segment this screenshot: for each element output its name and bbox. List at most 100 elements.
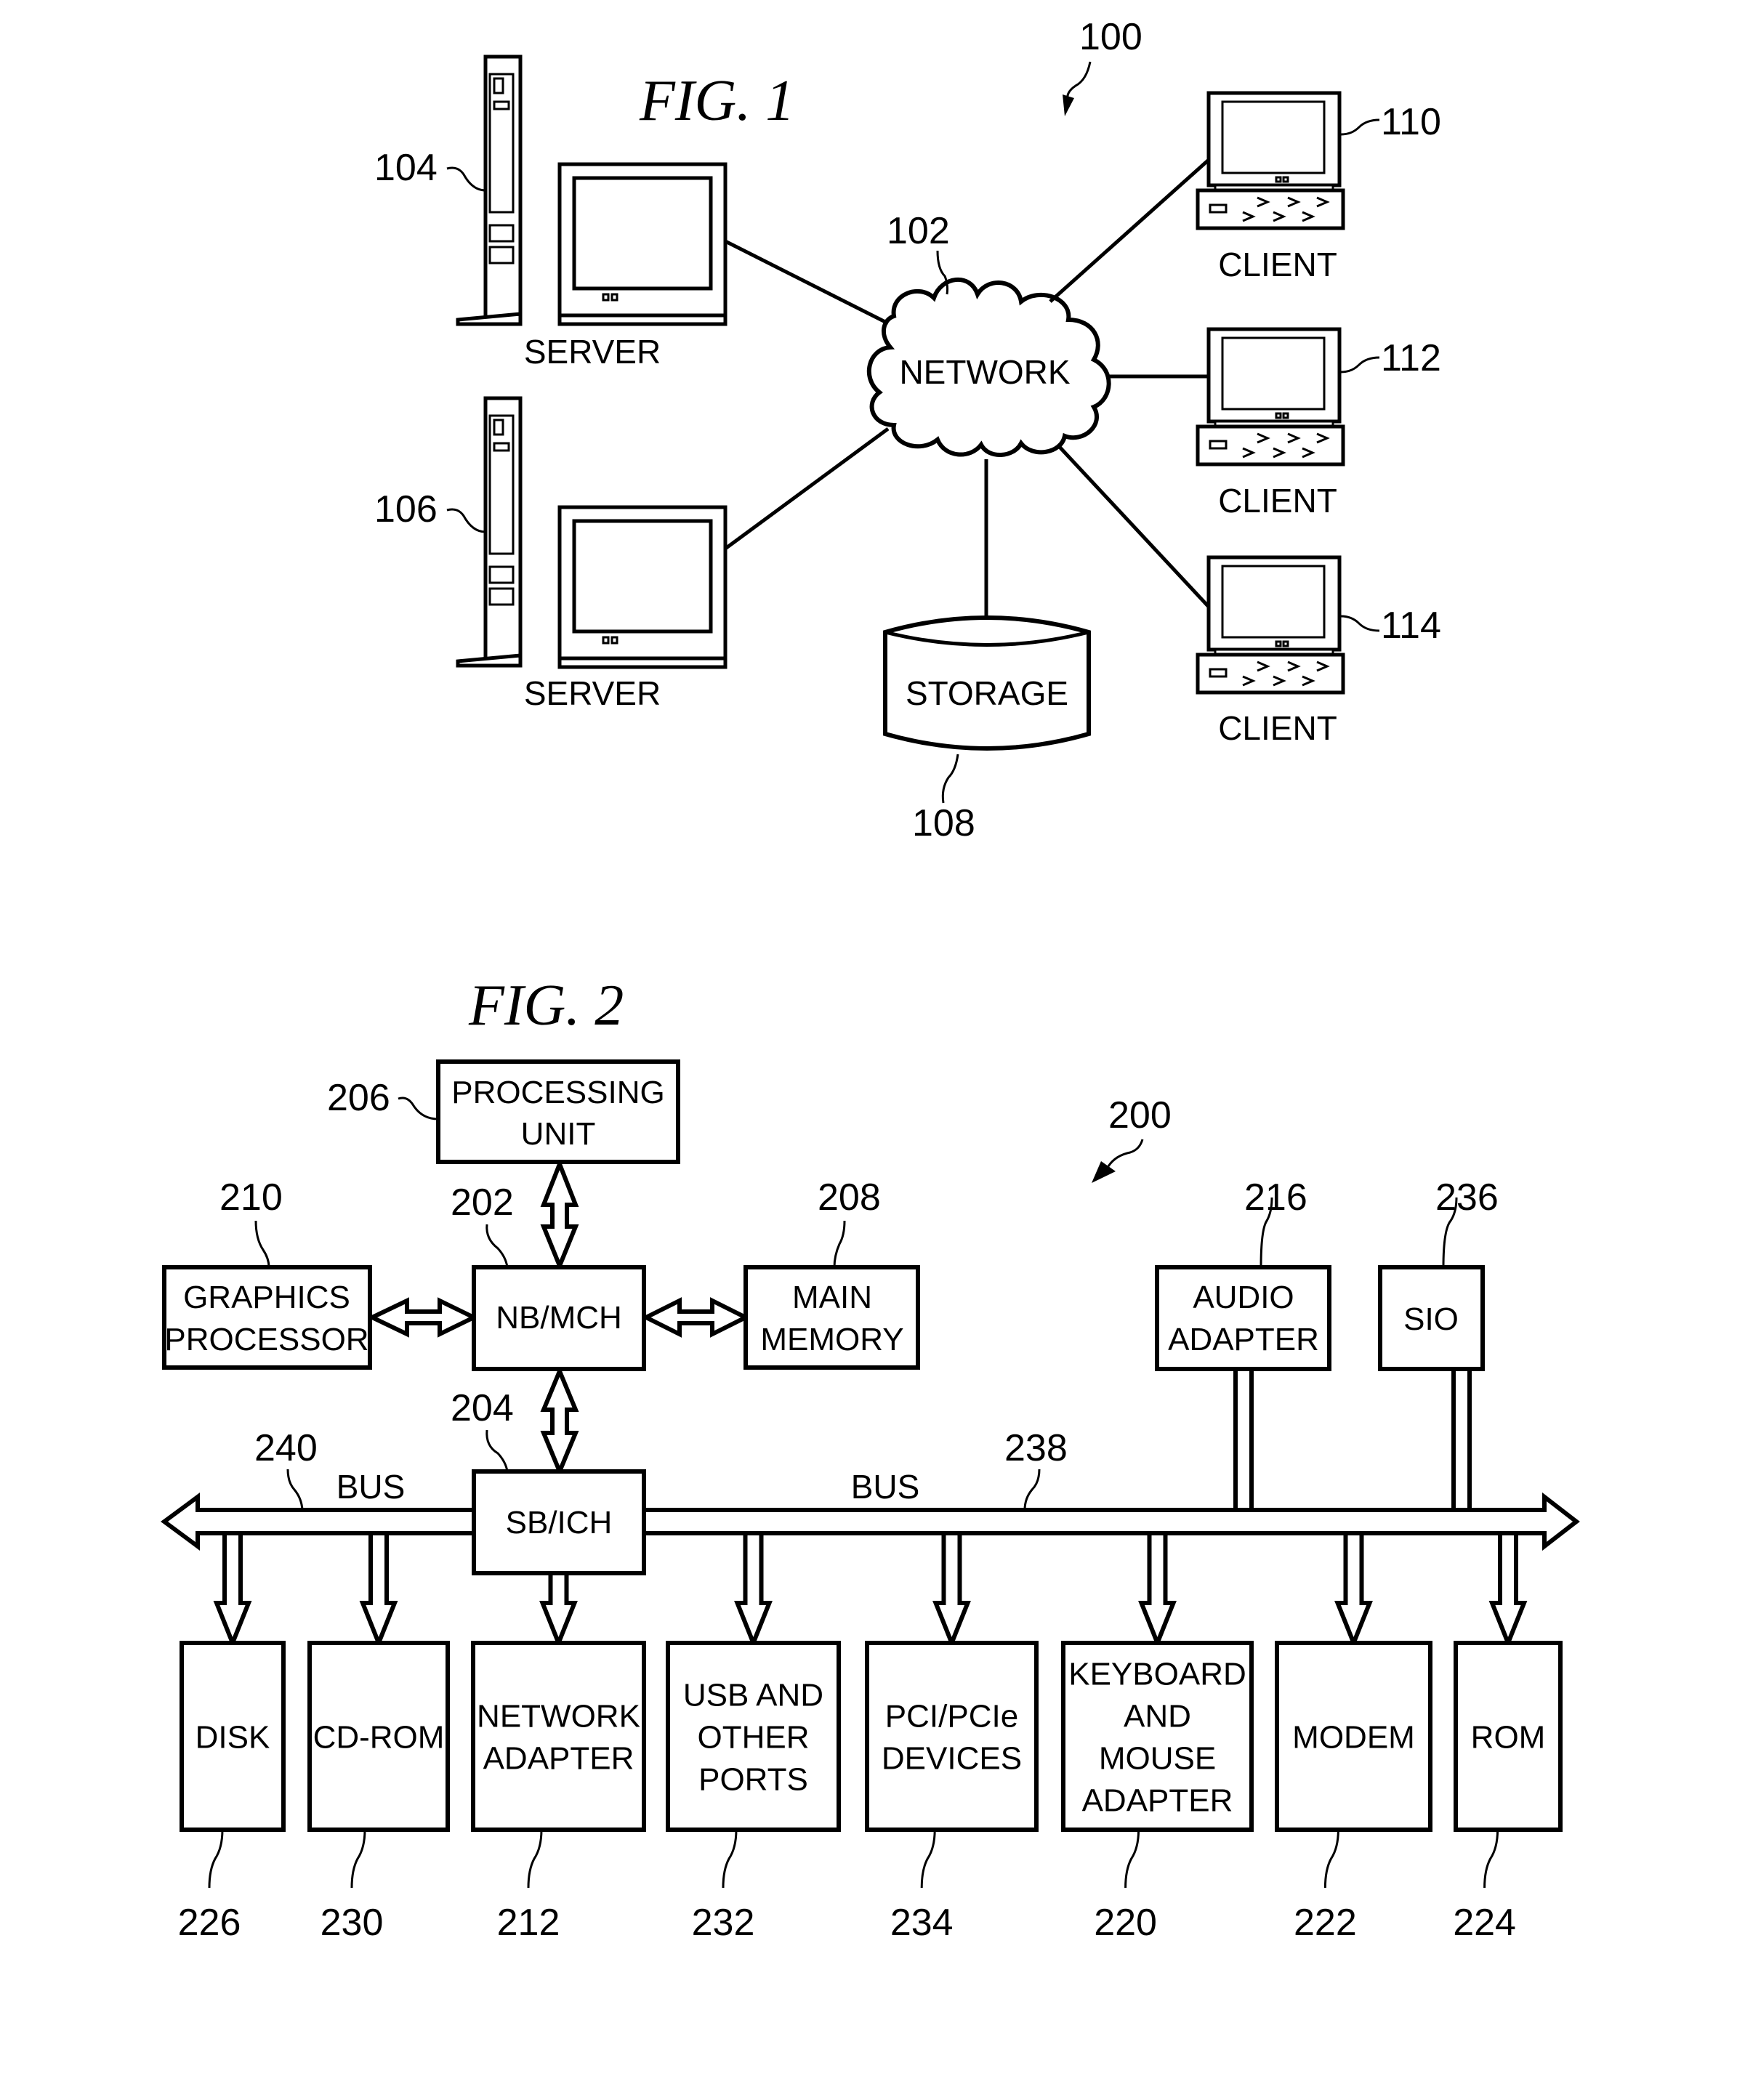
device-modem: MODEM 222 <box>1275 1641 1432 1944</box>
network-adapter-label-line2: ADAPTER <box>483 1741 634 1777</box>
client-114-ref-leader <box>1340 615 1380 632</box>
pci-devices-ref: 234 <box>890 1902 954 1944</box>
audio-ref: 216 <box>1244 1176 1307 1219</box>
server-monitor-icon <box>557 505 728 669</box>
client-112-ref-leader <box>1340 356 1380 373</box>
bus-to-rom-arrow-icon <box>1488 1531 1528 1649</box>
main-memory-label-line2: MEMORY <box>760 1322 903 1357</box>
client-114: CLIENT 114 <box>1196 555 1441 747</box>
audio-label-line1: AUDIO <box>1193 1280 1294 1315</box>
fig2: FIG. 2 200 PROCESSING UNIT 206 GRAPHICS … <box>160 974 1580 1944</box>
system-ref-leader <box>1066 61 1092 102</box>
fig2-system-ref-leader <box>1107 1139 1144 1167</box>
server-106-ref: 106 <box>374 488 438 530</box>
network-cloud: NETWORK <box>866 277 1111 457</box>
graphics-label-line2: PROCESSOR <box>164 1322 368 1357</box>
disk-ref-leader <box>208 1829 224 1889</box>
main-memory-ref-leader <box>833 1220 846 1268</box>
device-cd-rom: CD-ROM 230 <box>307 1641 450 1944</box>
graphics-ref-leader <box>254 1220 270 1268</box>
graphics-ref: 210 <box>219 1176 283 1219</box>
keyboard-mouse-adapter-label-line2: AND <box>1124 1699 1191 1734</box>
bus-icon <box>160 1493 476 1551</box>
client-114-ref: 114 <box>1381 605 1441 647</box>
server-106: SERVER 106 <box>374 396 728 712</box>
network-adapter-label-line1: NETWORK <box>477 1699 640 1734</box>
pci-devices-label-line1: PCI/PCIe <box>885 1699 1018 1734</box>
processing-unit-label-line2: UNIT <box>521 1116 596 1152</box>
rom-label-line1: ROM <box>1471 1720 1546 1756</box>
wire-server106-network <box>724 427 890 551</box>
server-106-label: SERVER <box>524 674 661 712</box>
sb-ich-label: SB/ICH <box>506 1505 613 1540</box>
client-computer-icon <box>1196 91 1345 230</box>
nb-mch: NB/MCH 202 <box>451 1182 646 1371</box>
wire-network-client110 <box>1049 158 1210 303</box>
rom-ref: 224 <box>1453 1902 1516 1944</box>
disk-ref: 226 <box>178 1902 241 1944</box>
bus-to-disk-arrow-icon <box>213 1531 252 1649</box>
device-keyboard-mouse-adapter: KEYBOARD AND MOUSE ADAPTER 220 <box>1061 1641 1254 1944</box>
main-memory-ref: 208 <box>818 1176 881 1219</box>
server-106-ref-leader <box>446 508 486 533</box>
modem-ref: 222 <box>1294 1902 1357 1944</box>
fig1: FIG. 1 100 NETWORK 102 SERVER 104 SERVER… <box>374 16 1441 844</box>
bus-to-usb-ports-arrow-icon <box>734 1531 773 1649</box>
wire-network-client114 <box>1056 443 1210 608</box>
bus-left-ref-leader <box>286 1469 304 1511</box>
sb-ich: SB/ICH 204 <box>451 1387 646 1575</box>
pci-devices-label-line2: DEVICES <box>882 1741 1022 1777</box>
bus-left-ref: 240 <box>254 1427 318 1469</box>
sb-ich-ref-leader <box>485 1429 509 1472</box>
keyboard-mouse-adapter-label-line4: ADAPTER <box>1082 1783 1233 1819</box>
wire-server104-network <box>724 239 890 326</box>
client-110-ref: 110 <box>1381 101 1441 143</box>
storage-108: STORAGE 108 <box>883 615 1091 844</box>
server-104-ref-leader <box>446 166 486 192</box>
modem-ref-leader <box>1323 1829 1339 1889</box>
main-memory: MAIN MEMORY 208 <box>743 1176 920 1370</box>
fig2-system-ref-arrow-icon <box>1092 1161 1116 1183</box>
nb-mch-label: NB/MCH <box>496 1300 622 1336</box>
rom-ref-leader <box>1483 1829 1499 1889</box>
bus-right-ref: 238 <box>1004 1427 1068 1469</box>
usb-ports-label-line1: USB AND <box>683 1678 823 1713</box>
pci-devices-ref-leader <box>920 1829 936 1889</box>
device-pci-devices: PCI/PCIe DEVICES 234 <box>865 1641 1039 1944</box>
processing-unit: PROCESSING UNIT 206 <box>327 1059 680 1164</box>
client-112-label: CLIENT <box>1218 482 1337 520</box>
bus-to-modem-arrow-icon <box>1334 1531 1373 1649</box>
client-114-label: CLIENT <box>1218 709 1337 747</box>
bus-to-cd-rom-arrow-icon <box>359 1531 398 1649</box>
keyboard-mouse-adapter-label-line1: KEYBOARD <box>1068 1657 1246 1692</box>
client-computer-icon <box>1196 555 1345 695</box>
keyboard-mouse-adapter-ref-leader <box>1124 1829 1140 1889</box>
pci-devices-box <box>865 1641 1039 1832</box>
storage-ref: 108 <box>912 802 975 844</box>
sio-label: SIO <box>1403 1301 1459 1337</box>
storage-label: STORAGE <box>906 674 1068 712</box>
graphics-label-line1: GRAPHICS <box>183 1280 350 1315</box>
server-104-ref: 104 <box>374 147 438 189</box>
network-label: NETWORK <box>899 353 1070 391</box>
system-ref-arrow-icon <box>1063 94 1074 116</box>
server-104-label: SERVER <box>524 333 661 371</box>
client-110-label: CLIENT <box>1218 246 1337 283</box>
network-adapter-ref-leader <box>527 1829 543 1889</box>
server-tower-icon <box>456 54 523 326</box>
bus-left-label: BUS <box>336 1468 406 1506</box>
bus-device-arrows <box>213 1531 1528 1649</box>
bus-devices: DISK 226 CD-ROM 230 NETWORK ADAPTER 212 USB AND… <box>178 1641 1563 1944</box>
keyboard-mouse-adapter-label-line3: MOUSE <box>1099 1741 1216 1777</box>
nb-mch-ref-leader <box>485 1224 509 1268</box>
usb-ports-ref: 232 <box>692 1902 755 1944</box>
cd-rom-label-line1: CD-ROM <box>313 1720 445 1756</box>
network-ref: 102 <box>887 210 950 252</box>
bus-to-network-adapter-arrow-icon <box>539 1571 578 1649</box>
bus-to-pci-devices-arrow-icon <box>932 1531 971 1649</box>
main-memory-label-line1: MAIN <box>792 1280 872 1315</box>
bus-right-icon <box>642 1368 1580 1551</box>
client-computer-icon <box>1196 327 1345 467</box>
sio: SIO 236 <box>1378 1176 1499 1371</box>
processing-unit-ref: 206 <box>327 1077 390 1119</box>
